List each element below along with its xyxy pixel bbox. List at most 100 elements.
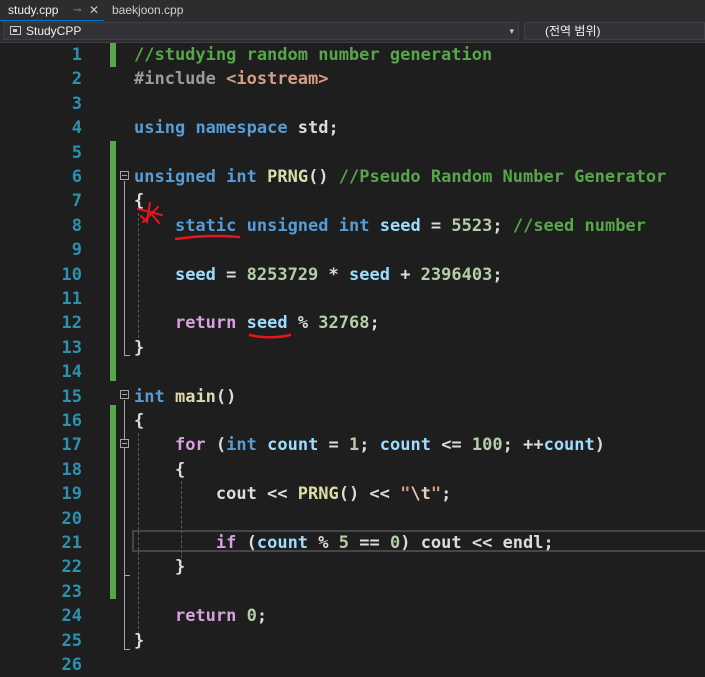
code-token: "	[400, 484, 411, 504]
code-token: count	[543, 435, 595, 455]
code-token: %	[308, 533, 339, 553]
code-text: seed = 8253729 * seed + 2396403;	[134, 263, 503, 287]
code-line[interactable]: 11	[0, 287, 705, 311]
tab-label: study.cpp	[8, 3, 59, 17]
code-token: static	[174, 216, 237, 236]
code-token: }	[134, 631, 145, 651]
code-token: #include	[134, 69, 227, 89]
code-token: return	[174, 313, 237, 333]
code-token: <=	[430, 435, 472, 455]
code-line[interactable]: 21 if (count % 5 == 0) cout << endl;	[0, 531, 705, 555]
code-line[interactable]: 20	[0, 507, 705, 531]
line-number: 11	[61, 289, 82, 309]
line-number: 26	[61, 655, 82, 675]
code-text: static unsigned int seed = 5523; //seed …	[134, 214, 646, 238]
code-line[interactable]: 9	[0, 238, 705, 262]
code-line[interactable]: 23	[0, 580, 705, 604]
line-number: 24	[61, 606, 82, 626]
code-line[interactable]: 22 }	[0, 555, 705, 579]
line-number: 10	[61, 265, 82, 285]
code-text: int main()	[134, 385, 236, 409]
code-line[interactable]: 18 {	[0, 458, 705, 482]
code-token: 32768	[318, 313, 370, 333]
code-line[interactable]: 6 unsigned int PRNG() //Pseudo Random Num…	[0, 165, 705, 189]
code-token: PRNG	[297, 484, 339, 504]
code-line[interactable]: 26	[0, 653, 705, 677]
code-token: ;	[492, 216, 513, 236]
code-editor[interactable]: 1 //studying random number generation 2 #in…	[0, 43, 705, 677]
code-token: ()	[215, 387, 237, 407]
code-text: {	[134, 409, 144, 433]
tab-baekjoon-cpp[interactable]: baekjoon.cpp	[104, 0, 204, 21]
code-token: =	[215, 265, 247, 285]
navigation-bar: StudyCPP ▾ (전역 범위)	[0, 21, 705, 43]
code-token: %	[287, 313, 319, 333]
chevron-down-icon[interactable]: ▾	[509, 23, 514, 39]
code-token: "	[430, 484, 442, 504]
line-number: 6	[71, 167, 82, 187]
code-line[interactable]: 1 //studying random number generation	[0, 43, 705, 67]
code-line[interactable]: 10 seed = 8253729 * seed + 2396403;	[0, 263, 705, 287]
code-token: 0	[246, 606, 257, 626]
code-token: int	[338, 216, 370, 236]
code-token: <iostream>	[226, 69, 329, 89]
scope-dropdown[interactable]: (전역 범위)	[524, 22, 705, 40]
code-line[interactable]: 8 static unsigned int seed = 5523; //see…	[0, 214, 705, 238]
code-token: //seed number	[512, 216, 646, 236]
code-line[interactable]: 25}	[0, 629, 705, 653]
code-line[interactable]: 7{	[0, 189, 705, 213]
code-token: 5	[338, 533, 350, 553]
code-text: #include <iostream>	[134, 67, 328, 91]
code-token: PRNG	[267, 167, 309, 187]
code-line[interactable]: 13}	[0, 336, 705, 360]
code-token: ) cout << endl;	[400, 533, 554, 553]
code-line[interactable]: 17 for (int count = 1; count <= 100; ++c…	[0, 433, 705, 457]
code-token: namespace	[195, 118, 288, 138]
code-token: seed	[379, 216, 421, 236]
code-token: using	[134, 118, 186, 138]
code-line[interactable]: 4 using namespace std;	[0, 116, 705, 140]
code-token: count	[379, 435, 431, 455]
code-line[interactable]: 15 int main()	[0, 385, 705, 409]
line-number: 16	[61, 411, 82, 431]
code-line[interactable]: 14	[0, 360, 705, 384]
code-token: return	[174, 606, 237, 626]
code-token: 8253729	[246, 265, 319, 285]
code-text: cout << PRNG() << "\t";	[134, 482, 452, 506]
line-number: 20	[61, 509, 82, 529]
code-token: () <<	[338, 484, 401, 504]
code-token: ;	[359, 435, 380, 455]
line-number: 12	[61, 313, 82, 333]
code-line[interactable]: 16 {	[0, 409, 705, 433]
code-text: //studying random number generation	[134, 43, 492, 67]
code-token: //Pseudo Random Number Generator	[338, 167, 667, 187]
project-dropdown[interactable]: StudyCPP ▾	[3, 22, 519, 40]
code-line[interactable]: 3	[0, 92, 705, 116]
close-icon[interactable]: ✕	[89, 0, 99, 21]
code-line[interactable]: 2 #include <iostream>	[0, 67, 705, 91]
code-token: seed	[246, 313, 288, 333]
code-token: //studying random number generation	[134, 45, 493, 65]
line-number: 8	[71, 216, 82, 236]
code-token: ;	[441, 484, 452, 504]
pin-icon[interactable]: ⊸	[73, 0, 81, 21]
line-number: 2	[71, 69, 82, 89]
code-token: {	[134, 191, 145, 211]
code-token: if	[215, 533, 237, 553]
code-token: 2396403	[420, 265, 493, 285]
code-token: }	[134, 338, 145, 358]
code-token: =	[420, 216, 452, 236]
code-token: int	[226, 435, 257, 455]
code-line[interactable]: 5	[0, 141, 705, 165]
code-line[interactable]: 24 return 0;	[0, 604, 705, 628]
line-number: 25	[61, 631, 82, 651]
code-line[interactable]: 19 cout << PRNG() << "\t";	[0, 482, 705, 506]
code-line[interactable]: 12 return seed % 32768;	[0, 311, 705, 335]
tab-study-cpp[interactable]: study.cpp ⊸ ✕	[0, 0, 104, 21]
